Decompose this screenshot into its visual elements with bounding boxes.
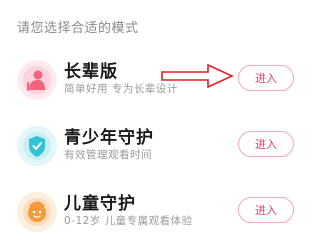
mode-subtitle: 0-12岁 儿童专属观看体验 bbox=[64, 215, 193, 227]
sheet-heading: 请您选择合适的模式 bbox=[17, 21, 139, 36]
child-face-icon bbox=[17, 192, 57, 232]
mode-title: 儿童守护 bbox=[64, 194, 136, 214]
elder-person-icon bbox=[17, 60, 57, 100]
mode-title: 长辈版 bbox=[64, 62, 118, 82]
enter-teen-button[interactable]: 进入 bbox=[238, 131, 294, 157]
annotation-arrow-icon bbox=[161, 63, 234, 89]
mode-title: 青少年守护 bbox=[64, 128, 154, 148]
mode-row-teen[interactable]: 青少年守护 有效管理观看时间 进入 bbox=[0, 118, 313, 174]
enter-elder-button[interactable]: 进入 bbox=[238, 65, 294, 91]
mode-subtitle: 有效管理观看时间 bbox=[64, 149, 152, 161]
enter-child-button[interactable]: 进入 bbox=[238, 197, 294, 223]
mode-selection-sheet: 请您选择合适的模式 长辈版 简单好用 专为长辈设计 进入 青少年守护 有效管理观… bbox=[0, 0, 313, 249]
mode-row-elder[interactable]: 长辈版 简单好用 专为长辈设计 进入 bbox=[0, 52, 313, 108]
teen-shield-icon bbox=[17, 126, 57, 166]
mode-row-child[interactable]: 儿童守护 0-12岁 儿童专属观看体验 进入 bbox=[0, 184, 313, 240]
